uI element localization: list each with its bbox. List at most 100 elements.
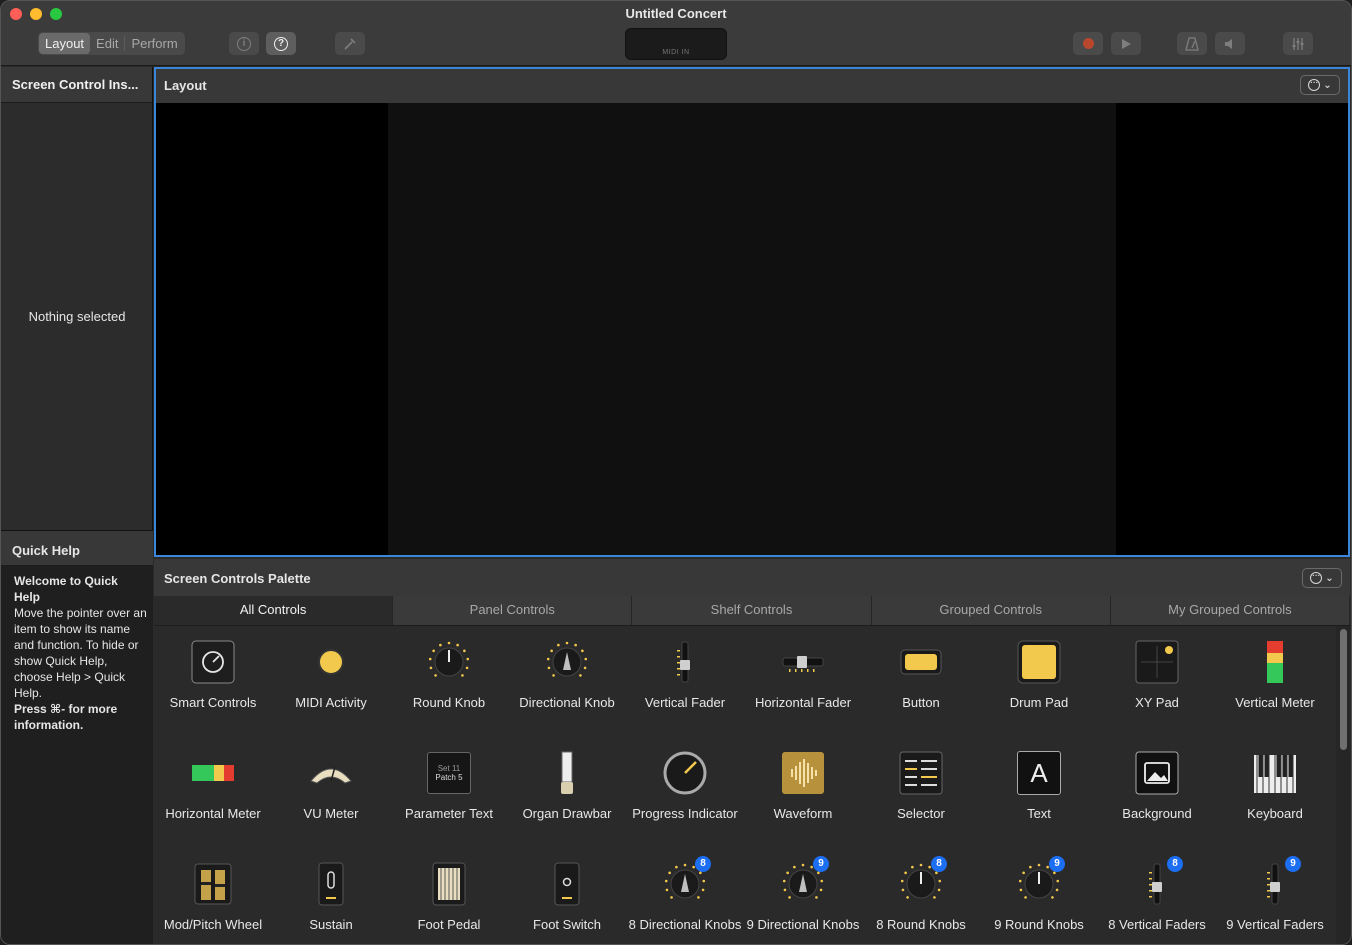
palette-item-label: 8 Round Knobs <box>876 917 966 932</box>
button-icon <box>899 640 943 684</box>
palette-item[interactable]: Button <box>862 626 980 737</box>
palette-item-label: Progress Indicator <box>632 806 738 821</box>
quick-help-body: Welcome to Quick Help Move the pointer o… <box>1 566 153 944</box>
palette-item[interactable]: Set 11 Patch 5 Parameter Text <box>390 737 508 848</box>
palette-item[interactable]: Smart Controls <box>154 626 272 737</box>
foot-switch-icon <box>545 862 589 906</box>
mode-edit-button[interactable]: Edit <box>90 33 124 54</box>
palette-options-menu[interactable]: ··· ⌄ <box>1302 568 1342 588</box>
horizontal-fader-icon <box>781 640 825 684</box>
metronome-button[interactable] <box>1177 32 1207 55</box>
smart-controls-icon <box>191 640 235 684</box>
palette-item-label: Vertical Meter <box>1235 695 1315 710</box>
palette-item[interactable]: Waveform <box>744 737 862 848</box>
palette-item[interactable]: Vertical Meter <box>1216 626 1334 737</box>
title-bar: Untitled Concert Layout Edit Perform i ?… <box>1 1 1351 66</box>
palette-item[interactable]: Horizontal Fader <box>744 626 862 737</box>
palette-item-label: 9 Vertical Faders <box>1226 917 1324 932</box>
directional-knob-icon: 9 <box>781 856 829 906</box>
palette-item[interactable]: Horizontal Meter <box>154 737 272 848</box>
record-icon <box>1082 38 1094 49</box>
palette-item[interactable]: Background <box>1098 737 1216 848</box>
volume-button[interactable] <box>1215 32 1245 55</box>
param-text-line-2: Patch 5 <box>435 773 463 782</box>
palette-item[interactable]: Drum Pad <box>980 626 1098 737</box>
palette-scrollbar[interactable] <box>1340 629 1347 750</box>
palette-item[interactable]: Foot Switch <box>508 848 626 944</box>
palette-item[interactable]: Round Knob <box>390 626 508 737</box>
palette-item-label: VU Meter <box>303 806 359 821</box>
xy-pad-icon <box>1135 640 1179 684</box>
horizontal-meter-icon <box>191 751 235 795</box>
count-badge: 8 <box>1167 856 1183 872</box>
mode-perform-button[interactable]: Perform <box>125 33 183 54</box>
mode-layout-button[interactable]: Layout <box>39 33 91 54</box>
record-button[interactable] <box>1073 32 1103 55</box>
palette-item-label: Foot Pedal <box>417 917 481 932</box>
palette-item-label: Waveform <box>773 806 833 821</box>
palette-item-label: Smart Controls <box>169 695 257 710</box>
quick-help-title: Quick Help <box>1 530 153 566</box>
palette-item[interactable]: 9 9 Round Knobs <box>980 848 1098 944</box>
palette-item[interactable]: MIDI Activity <box>272 626 390 737</box>
mixer-button[interactable] <box>1283 32 1313 55</box>
tuner-button[interactable] <box>335 32 365 55</box>
tab-shelf-controls[interactable]: Shelf Controls <box>632 596 872 625</box>
palette-item-label: MIDI Activity <box>295 695 367 710</box>
palette-item[interactable]: Progress Indicator <box>626 737 744 848</box>
drum-pad-icon <box>1017 640 1061 684</box>
keyboard-icon <box>1253 751 1297 795</box>
lcd-display[interactable]: MIDI IN <box>625 28 727 60</box>
palette-item-label: 8 Directional Knobs <box>628 917 742 932</box>
palette-tabs: All Controls Panel Controls Shelf Contro… <box>154 596 1351 626</box>
progress-indicator-icon <box>663 751 707 795</box>
selector-icon <box>899 751 943 795</box>
palette-item-label: Selector <box>897 806 945 821</box>
tab-panel-controls[interactable]: Panel Controls <box>393 596 633 625</box>
palette-item[interactable]: Directional Knob <box>508 626 626 737</box>
palette-item-label: Parameter Text <box>405 806 493 821</box>
inspector-toggle-button[interactable]: i <box>229 32 259 55</box>
palette-item[interactable]: Selector <box>862 737 980 848</box>
tab-all-controls[interactable]: All Controls <box>154 596 394 625</box>
ellipsis-circle-icon: ··· <box>1310 572 1323 584</box>
palette-item[interactable]: 8 8 Directional Knobs <box>626 848 744 944</box>
round-knob-icon: 9 <box>1017 856 1065 906</box>
vu-meter-icon <box>309 751 353 795</box>
text-glyph: A <box>1017 751 1061 795</box>
palette-item[interactable]: 9 9 Vertical Faders <box>1216 848 1334 944</box>
text-icon: A <box>1017 751 1061 795</box>
palette-item[interactable]: VU Meter <box>272 737 390 848</box>
palette-item-label: 9 Round Knobs <box>994 917 1084 932</box>
mode-segmented-control: Layout Edit Perform <box>38 32 185 55</box>
tuner-icon <box>344 37 356 50</box>
palette-item[interactable]: Organ Drawbar <box>508 737 626 848</box>
palette-item[interactable]: XY Pad <box>1098 626 1216 737</box>
palette-item[interactable]: 8 8 Round Knobs <box>862 848 980 944</box>
midi-activity-icon <box>309 640 353 684</box>
palette-item-label: Button <box>902 695 940 710</box>
tab-my-grouped-controls[interactable]: My Grouped Controls <box>1110 596 1351 625</box>
inspector-empty-text: Nothing selected <box>28 309 126 324</box>
tab-grouped-controls[interactable]: Grouped Controls <box>871 596 1111 625</box>
quick-help-heading: Welcome to Quick Help <box>14 574 118 604</box>
palette-item[interactable]: 8 8 Vertical Faders <box>1098 848 1216 944</box>
palette-grid: Smart Controls MIDI Activity Round Knob Dir… <box>154 626 1334 944</box>
palette-item[interactable]: Vertical Fader <box>626 626 744 737</box>
layout-canvas[interactable] <box>388 103 1116 555</box>
palette-item[interactable]: Keyboard <box>1216 737 1334 848</box>
palette-item[interactable]: Sustain <box>272 848 390 944</box>
count-badge: 9 <box>813 856 829 872</box>
palette-title: Screen Controls Palette <box>164 571 311 586</box>
layout-options-menu[interactable]: ··· ⌄ <box>1300 75 1340 95</box>
parameter-text-icon: Set 11 Patch 5 <box>427 751 471 795</box>
vertical-fader-icon <box>663 640 707 684</box>
palette-item[interactable]: A Text <box>980 737 1098 848</box>
round-knob-icon: 8 <box>899 856 947 906</box>
quick-help-toggle-button[interactable]: ? <box>266 32 296 55</box>
play-button[interactable] <box>1111 32 1141 55</box>
palette-item[interactable]: Mod/Pitch Wheel <box>154 848 272 944</box>
palette-item[interactable]: Foot Pedal <box>390 848 508 944</box>
palette-item[interactable]: 9 9 Directional Knobs <box>744 848 862 944</box>
count-badge: 9 <box>1049 856 1065 872</box>
